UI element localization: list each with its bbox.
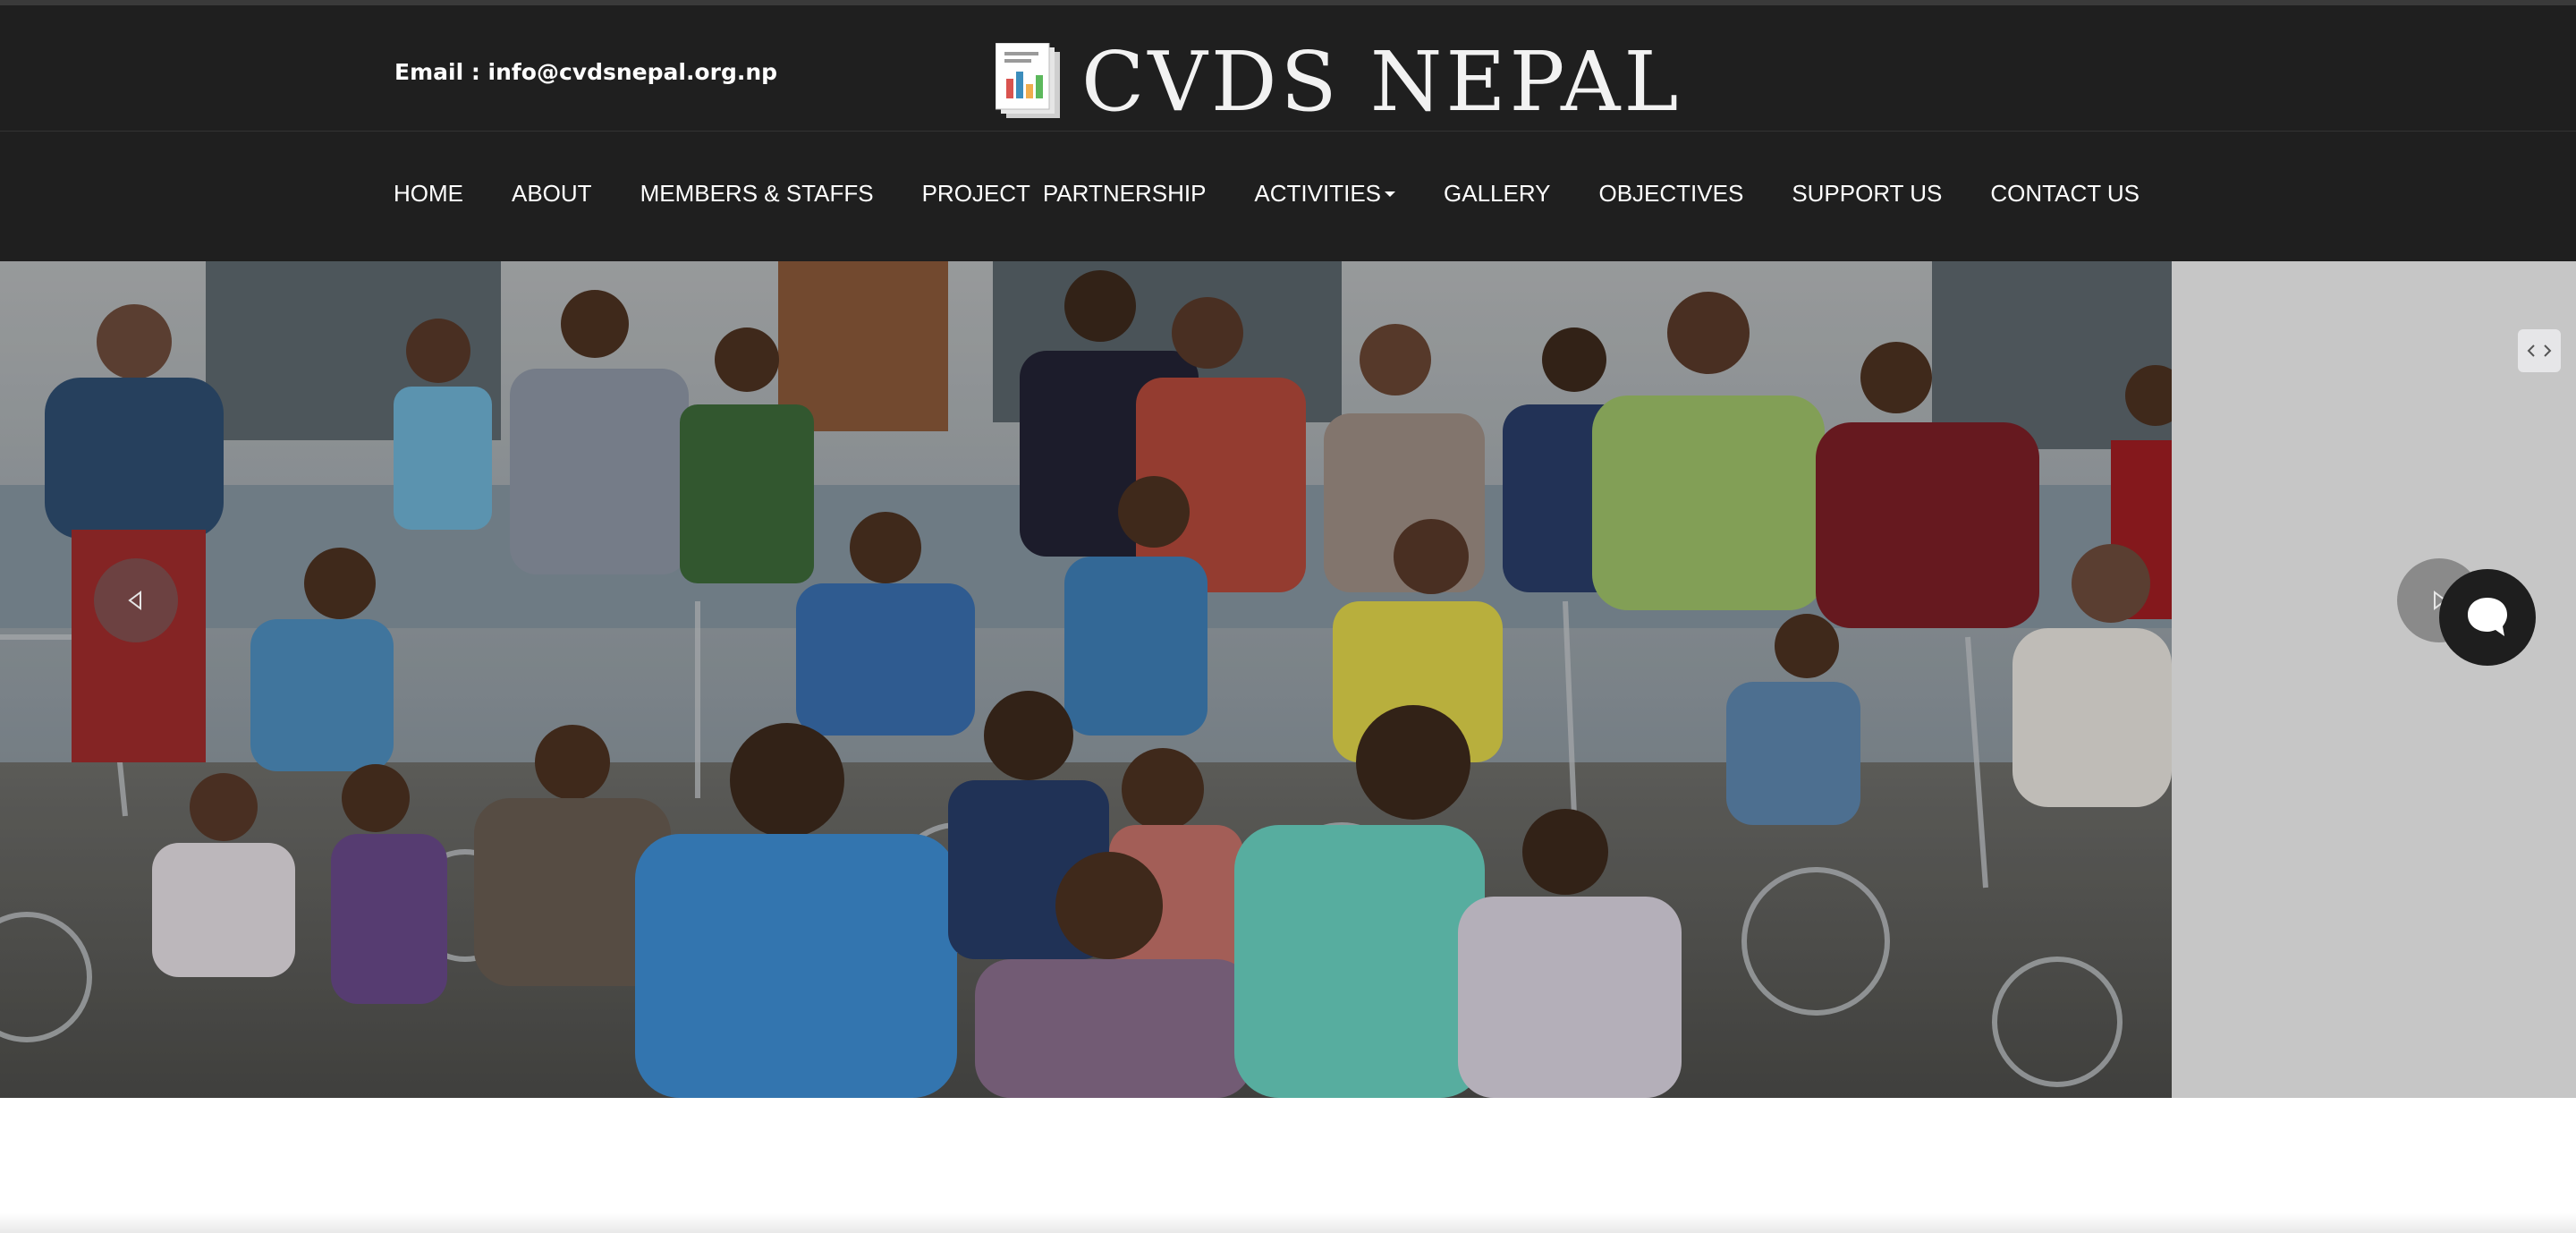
nav-item-about[interactable]: ABOUT (512, 180, 592, 208)
nav-menu: HOME ABOUT MEMBERS & STAFFS PROJECT PART… (394, 180, 2188, 208)
nav-label: OBJECTIVES (1598, 180, 1744, 207)
bottom-divider (0, 1213, 2576, 1233)
nav-item-home[interactable]: HOME (394, 180, 463, 208)
nav-item-gallery[interactable]: GALLERY (1444, 180, 1550, 208)
nav-item-contact-us[interactable]: CONTACT US (1990, 180, 2140, 208)
nav-label: ABOUT (512, 180, 592, 207)
main-navbar: HOME ABOUT MEMBERS & STAFFS PROJECT PART… (0, 131, 2576, 261)
nav-item-members-staffs[interactable]: MEMBERS & STAFFS (640, 180, 874, 208)
nav-item-activities[interactable]: ACTIVITIES (1254, 180, 1395, 208)
nav-label: CONTACT US (1990, 180, 2140, 207)
nav-label: SUPPORT US (1792, 180, 1943, 207)
nav-item-objectives[interactable]: OBJECTIVES (1598, 180, 1743, 208)
dropdown-caret-icon (1385, 191, 1395, 197)
nav-item-support-us[interactable]: SUPPORT US (1792, 180, 1942, 208)
nav-label: HOME (394, 180, 463, 207)
top-header: Email : info@cvdsnepal.org.np CVDS NEPAL (0, 0, 2576, 131)
slider-prev-button[interactable] (94, 558, 178, 642)
hero-slider (0, 261, 2576, 1098)
code-icon (2527, 344, 2552, 357)
nav-label: MEMBERS & STAFFS (640, 180, 874, 207)
site-logo[interactable]: CVDS NEPAL (996, 38, 1682, 127)
hero-side-panel (2172, 261, 2576, 1098)
document-chart-icon (996, 43, 1060, 118)
nav-label: GALLERY (1444, 180, 1551, 207)
chat-launcher-button[interactable] (2439, 569, 2536, 666)
hero-slide-photo (0, 261, 2172, 1098)
nav-label: ACTIVITIES (1254, 180, 1381, 207)
chat-bubble-icon (2468, 598, 2507, 636)
nav-label: PROJECT PARTNERSHIP (921, 180, 1207, 207)
group-photo-image (0, 261, 2172, 1098)
logo-text: CVDS NEPAL (1081, 34, 1682, 130)
floating-widget-icon[interactable] (2518, 329, 2561, 372)
chevron-left-icon (128, 591, 141, 610)
header-email[interactable]: Email : info@cvdsnepal.org.np (394, 59, 777, 85)
nav-item-project-partnership[interactable]: PROJECT PARTNERSHIP (922, 180, 1207, 208)
